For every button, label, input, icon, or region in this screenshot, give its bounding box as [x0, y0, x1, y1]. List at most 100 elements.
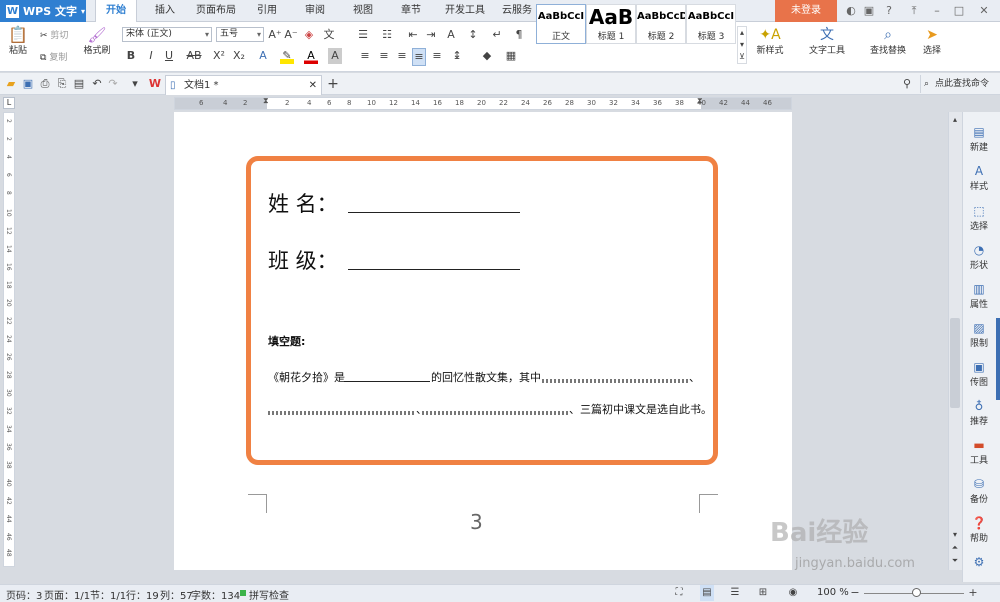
- open-icon[interactable]: ▰: [4, 76, 18, 92]
- print-preview-icon[interactable]: ▤: [72, 76, 86, 92]
- undo-icon[interactable]: ↶: [90, 76, 104, 92]
- format-painter-button[interactable]: 🖌 格式刷: [82, 27, 112, 67]
- style-heading-3[interactable]: AaBbCcI 标题 3: [686, 4, 736, 44]
- side-shapes[interactable]: ◔ 形状: [962, 243, 996, 271]
- indent-marker-icon[interactable]: ⧗: [263, 96, 269, 106]
- justify-icon[interactable]: ≡: [412, 48, 426, 66]
- decrease-indent-icon[interactable]: ⇤: [406, 27, 420, 43]
- borders-icon[interactable]: ▦: [504, 48, 518, 64]
- style-heading-1[interactable]: AaB 标题 1: [586, 4, 636, 44]
- phonetic-icon[interactable]: 文: [322, 27, 336, 43]
- sort-icon[interactable]: ↕: [466, 27, 480, 43]
- close-tab-icon[interactable]: ✕: [309, 76, 317, 95]
- side-upload-image[interactable]: ▣ 传图: [962, 360, 996, 388]
- scroll-up-icon[interactable]: ▴: [949, 112, 961, 128]
- answer-wavy-blank-2[interactable]: [542, 379, 688, 383]
- side-backup[interactable]: ⛁ 备份: [962, 477, 996, 505]
- highlight-icon[interactable]: ✎: [280, 48, 294, 64]
- name-blank-line[interactable]: [348, 212, 520, 213]
- side-properties[interactable]: ▥ 属性: [962, 282, 996, 310]
- scrollbar-thumb[interactable]: [950, 318, 960, 408]
- paragraph-mark-icon[interactable]: ¶: [512, 27, 526, 43]
- side-new[interactable]: ▤ 新建: [962, 125, 996, 153]
- zoom-slider-thumb[interactable]: [912, 588, 921, 597]
- align-right-icon[interactable]: ≡: [395, 48, 409, 64]
- line-spacing-icon[interactable]: ↨: [450, 48, 464, 64]
- answer-wavy-blank-3[interactable]: [268, 411, 415, 415]
- increase-indent-icon[interactable]: ⇥: [424, 27, 438, 43]
- text-tools-button[interactable]: 文 文字工具: [800, 27, 854, 67]
- answer-wavy-blank-4[interactable]: [422, 411, 568, 415]
- save-icon[interactable]: ▣: [21, 76, 35, 92]
- underline-icon[interactable]: U: [163, 48, 175, 64]
- bold-icon[interactable]: B: [125, 48, 137, 64]
- feedback-icon[interactable]: ▣: [860, 3, 878, 19]
- tab-insert[interactable]: 插入: [145, 0, 185, 22]
- bullets-icon[interactable]: ☰: [356, 27, 370, 43]
- italic-icon[interactable]: I: [145, 48, 157, 64]
- outline-view-icon[interactable]: ☰: [728, 585, 742, 601]
- new-style-button[interactable]: ✦A 新样式: [750, 27, 790, 67]
- align-left-icon[interactable]: ≡: [358, 48, 372, 64]
- next-page-icon[interactable]: ⏷: [949, 553, 961, 569]
- numbering-icon[interactable]: ☷: [380, 27, 394, 43]
- tab-cloud[interactable]: 云服务: [497, 0, 537, 22]
- font-family-select[interactable]: 宋体 (正文): [122, 27, 212, 42]
- cut-button[interactable]: ✂ 剪切: [40, 28, 80, 41]
- text-effect-icon[interactable]: A: [256, 48, 270, 64]
- shading-icon[interactable]: ◆: [480, 48, 494, 64]
- customize-qa-icon[interactable]: ▾: [130, 76, 140, 92]
- skin-icon[interactable]: ◐: [842, 3, 860, 19]
- document-tab[interactable]: ▯ 文档1 * ✕: [165, 75, 322, 95]
- tab-developer[interactable]: 开发工具: [440, 0, 490, 22]
- subscript-icon[interactable]: X₂: [232, 48, 246, 64]
- char-shading-icon[interactable]: A: [328, 48, 342, 64]
- wps-home-icon[interactable]: W: [148, 76, 162, 92]
- minimize-icon[interactable]: –: [928, 3, 946, 19]
- eye-protect-icon[interactable]: ◉: [786, 585, 800, 601]
- style-normal[interactable]: AaBbCcI 正文: [536, 4, 586, 44]
- maximize-icon[interactable]: □: [950, 3, 968, 19]
- app-menu-button[interactable]: W WPS 文字 ▾: [0, 0, 86, 22]
- login-button[interactable]: 未登录: [775, 0, 837, 22]
- zoom-in-icon[interactable]: +: [968, 585, 978, 601]
- right-indent-marker-icon[interactable]: ⧗: [697, 96, 703, 106]
- status-words[interactable]: 字数：134: [191, 587, 240, 602]
- side-help[interactable]: ❓ 帮助: [962, 516, 996, 544]
- spell-check-button[interactable]: 拼写检查: [249, 587, 289, 602]
- restore-ribbon-icon[interactable]: ⤒: [905, 3, 923, 19]
- web-view-icon[interactable]: ⊞: [756, 585, 770, 601]
- find-replace-button[interactable]: ⌕ 查找替换: [862, 27, 914, 67]
- align-center-icon[interactable]: ≡: [377, 48, 391, 64]
- side-styles[interactable]: A 样式: [962, 164, 996, 192]
- strikethrough-icon[interactable]: AB: [186, 48, 202, 64]
- class-blank-line[interactable]: [348, 269, 520, 270]
- redo-icon[interactable]: ↷: [106, 76, 120, 92]
- font-color-icon[interactable]: A: [304, 48, 318, 64]
- font-size-select[interactable]: 五号: [216, 27, 264, 42]
- superscript-icon[interactable]: X²: [212, 48, 226, 64]
- side-restrict[interactable]: ▨ 限制: [962, 321, 996, 349]
- fullscreen-icon[interactable]: ⛶: [672, 585, 686, 601]
- horizontal-ruler[interactable]: 6 4 2 2 4 6 8 10 12 14 16 18 20 22 24 26…: [174, 96, 792, 110]
- vertical-ruler[interactable]: 2 2 4 6 8 10 12 14 16 18 20 22 24 26 28 …: [3, 112, 15, 567]
- clear-format-icon[interactable]: ◈: [302, 27, 316, 43]
- copy-button[interactable]: ⧉ 复制: [40, 50, 80, 63]
- help-icon[interactable]: ?: [880, 3, 898, 19]
- grow-font-icon[interactable]: A⁺: [268, 27, 282, 43]
- tab-view[interactable]: 视图: [346, 0, 380, 22]
- paste-button[interactable]: 📋 粘贴: [6, 27, 30, 67]
- show-marks-icon[interactable]: ↵: [490, 27, 504, 43]
- style-heading-2[interactable]: AaBbCcDd 标题 2: [636, 4, 686, 44]
- side-settings[interactable]: ⚙: [962, 555, 996, 570]
- side-recommend[interactable]: ♁ 推荐: [962, 399, 996, 427]
- tab-references[interactable]: 引用: [250, 0, 284, 22]
- new-tab-icon[interactable]: +: [326, 76, 340, 92]
- tab-stop-selector[interactable]: L: [3, 97, 15, 109]
- tab-review[interactable]: 审阅: [298, 0, 332, 22]
- tab-start[interactable]: 开始: [95, 0, 137, 22]
- command-search[interactable]: ⌕ 点此查找命令: [920, 75, 998, 93]
- distribute-icon[interactable]: ≡: [430, 48, 444, 64]
- side-panel-handle[interactable]: [996, 318, 1000, 400]
- side-select[interactable]: ⬚ 选择: [962, 204, 996, 232]
